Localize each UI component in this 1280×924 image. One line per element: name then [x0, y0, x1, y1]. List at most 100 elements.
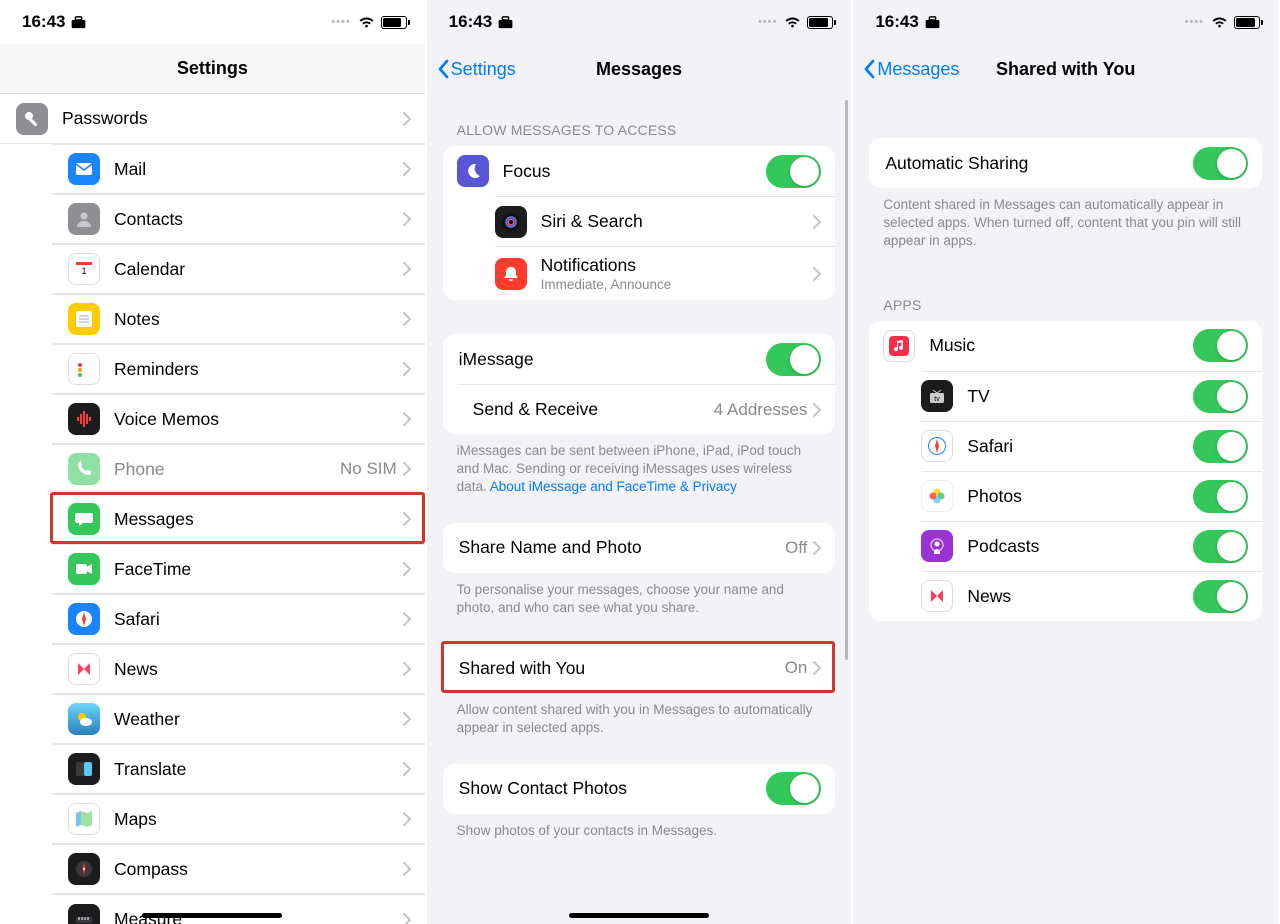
row-label: Notes [114, 309, 403, 330]
row-label: Focus [503, 161, 767, 182]
toggle[interactable] [1193, 329, 1248, 362]
row-label: Messages [114, 509, 403, 530]
wifi-icon [784, 16, 801, 28]
row-imessage[interactable]: iMessage [443, 334, 836, 384]
nav-header: Settings [0, 44, 425, 94]
row-messages[interactable]: Messages [52, 494, 425, 544]
status-bar: 16:43 •••• [0, 0, 425, 44]
compass2-icon [68, 853, 100, 885]
moon-icon [457, 155, 489, 187]
row-maps[interactable]: Maps [52, 794, 425, 844]
row-compass[interactable]: Compass [52, 844, 425, 894]
row-reminders[interactable]: Reminders [52, 344, 425, 394]
row-voice-memos[interactable]: Voice Memos [52, 394, 425, 444]
row-measure[interactable]: Measure [52, 894, 425, 924]
toggle[interactable] [1193, 430, 1248, 463]
row-translate[interactable]: Translate [52, 744, 425, 794]
back-button[interactable]: Messages [863, 59, 959, 80]
row-focus[interactable]: Focus [443, 146, 836, 196]
settings-list[interactable]: Passwords Mail Contacts1Calendar Notes Remin… [0, 94, 425, 924]
toggle[interactable] [766, 155, 821, 188]
screen-shared-with-you: 16:43 •••• Messages Shared with You Auto… [853, 0, 1280, 924]
row-label: Safari [114, 609, 403, 630]
row-music[interactable]: Music [869, 321, 1262, 371]
toggle[interactable] [1193, 380, 1248, 413]
chevron-right-icon [813, 541, 821, 555]
chevron-right-icon [813, 267, 821, 281]
messages-scroll[interactable]: ALLOW MESSAGES TO ACCESS Focus Siri & Sea… [427, 94, 852, 924]
home-indicator [569, 913, 709, 918]
screen-settings: 16:43 •••• Settings Passwords Mail Contact… [0, 0, 427, 924]
toggle-contact-photos[interactable] [766, 772, 821, 805]
toggle[interactable] [1193, 480, 1248, 513]
row-label: Mail [114, 159, 403, 180]
row-label: Shared with You [459, 658, 785, 679]
key-icon [16, 103, 48, 135]
toggle-imessage[interactable] [766, 343, 821, 376]
row-podcasts[interactable]: Podcasts [921, 521, 1262, 571]
row-phone[interactable]: PhoneNo SIM [52, 444, 425, 494]
row-send-receive[interactable]: Send & Receive 4 Addresses [457, 384, 836, 434]
row-photos[interactable]: Photos [921, 471, 1262, 521]
row-facetime[interactable]: FaceTime [52, 544, 425, 594]
row-label: Notifications [541, 255, 814, 276]
row-share-name-photo[interactable]: Share Name and Photo Off [443, 523, 836, 573]
page-title: Messages [596, 59, 682, 80]
toggle[interactable] [1193, 530, 1248, 563]
briefcase-icon [71, 16, 86, 29]
chevron-right-icon [403, 562, 411, 576]
toggle[interactable] [1193, 580, 1248, 613]
row-label: Phone [114, 459, 340, 480]
photos-icon [921, 480, 953, 512]
chevron-right-icon [403, 212, 411, 226]
status-time: 16:43 [875, 12, 918, 32]
toggle-automatic-sharing[interactable] [1193, 147, 1248, 180]
row-tv[interactable]: tvTV [921, 371, 1262, 421]
row-news[interactable]: News [52, 644, 425, 694]
person-icon [68, 203, 100, 235]
row-passwords[interactable]: Passwords [0, 94, 425, 144]
row-detail: Off [785, 538, 807, 558]
row-weather[interactable]: Weather [52, 694, 425, 744]
group-share-name: Share Name and Photo Off [443, 523, 836, 573]
group-header-access: ALLOW MESSAGES TO ACCESS [427, 94, 852, 146]
row-label: News [967, 586, 1193, 607]
siri-icon [495, 206, 527, 238]
row-label: Photos [967, 486, 1193, 507]
chevron-right-icon [403, 262, 411, 276]
row-show-contact-photos[interactable]: Show Contact Photos [443, 764, 836, 814]
row-label: Show Contact Photos [459, 778, 767, 799]
weather-icon [68, 703, 100, 735]
row-notes[interactable]: Notes [52, 294, 425, 344]
chevron-right-icon [403, 362, 411, 376]
row-safari[interactable]: Safari [52, 594, 425, 644]
link-imessage-privacy[interactable]: About iMessage and FaceTime & Privacy [490, 479, 737, 494]
row-news[interactable]: News [921, 571, 1262, 621]
briefcase-icon [498, 16, 513, 29]
row-detail: No SIM [340, 459, 397, 479]
row-mail[interactable]: Mail [52, 144, 425, 194]
group-contact-photos: Show Contact Photos [443, 764, 836, 814]
row-contacts[interactable]: Contacts [52, 194, 425, 244]
chevron-right-icon [403, 612, 411, 626]
home-indicator [142, 913, 282, 918]
back-label: Messages [877, 59, 959, 80]
back-button[interactable]: Settings [437, 59, 516, 80]
group-automatic-sharing: Automatic Sharing [869, 138, 1262, 188]
chevron-right-icon [403, 462, 411, 476]
row-notifications[interactable]: NotificationsImmediate, Announce [495, 246, 836, 300]
group-shared-with-you: Shared with You On [443, 643, 836, 693]
row-calendar[interactable]: 1Calendar [52, 244, 425, 294]
row-shared-with-you[interactable]: Shared with You On [443, 643, 836, 693]
footer-contact-photos: Show photos of your contacts in Messages… [427, 814, 852, 846]
row-label: Music [929, 335, 1193, 356]
row-siri-search[interactable]: Siri & Search [495, 196, 836, 246]
phone-icon [68, 453, 100, 485]
row-label: Reminders [114, 359, 403, 380]
page-title: Shared with You [996, 59, 1135, 80]
back-label: Settings [451, 59, 516, 80]
battery-icon [381, 16, 407, 29]
shared-with-you-scroll[interactable]: Automatic Sharing Content shared in Mess… [853, 94, 1278, 924]
row-automatic-sharing[interactable]: Automatic Sharing [869, 138, 1262, 188]
row-safari[interactable]: Safari [921, 421, 1262, 471]
